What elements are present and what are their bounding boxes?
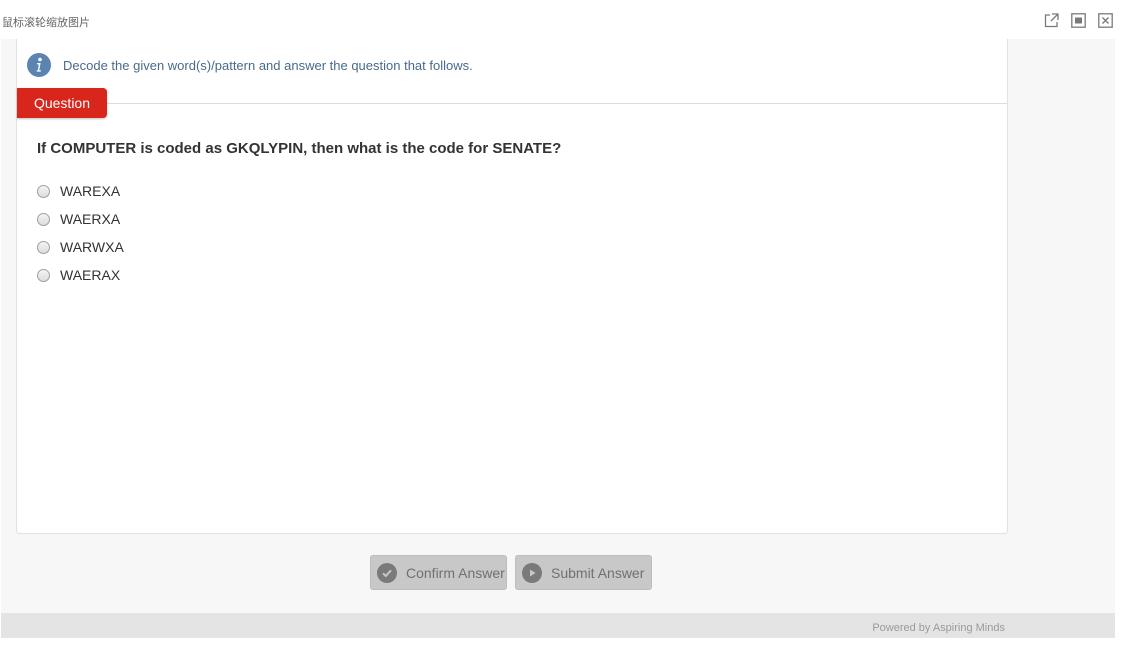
answer-option[interactable]: WAERXA xyxy=(37,205,124,233)
question-card: Decode the given word(s)/pattern and ans… xyxy=(16,39,1008,534)
answer-options: WAREXA WAERXA WARWXA WAERAX xyxy=(37,177,124,289)
option-label: WAREXA xyxy=(60,183,121,199)
instruction-text: Decode the given word(s)/pattern and ans… xyxy=(63,58,473,73)
tab-divider xyxy=(17,103,1007,104)
answer-option[interactable]: WAERAX xyxy=(37,261,124,289)
question-tab: Question xyxy=(17,88,107,118)
confirm-answer-label: Confirm Answer xyxy=(406,564,505,581)
footer: Powered by Aspiring Minds xyxy=(1,613,1115,638)
radio-button[interactable] xyxy=(37,240,50,254)
viewer-title: 鼠标滚轮缩放图片 xyxy=(2,16,90,29)
option-label: WAERAX xyxy=(60,267,121,283)
play-icon xyxy=(522,562,542,583)
image-viewer-bar: 鼠标滚轮缩放图片 xyxy=(0,0,1122,40)
assessment-app: Decode the given word(s)/pattern and ans… xyxy=(1,39,1115,638)
answer-option[interactable]: WAREXA xyxy=(37,177,124,205)
option-label: WARWXA xyxy=(60,239,124,255)
powered-by-text: Powered by Aspiring Minds xyxy=(872,622,1005,634)
radio-button[interactable] xyxy=(37,268,50,282)
radio-button[interactable] xyxy=(37,184,50,198)
maximize-icon[interactable] xyxy=(1071,13,1086,28)
confirm-answer-button[interactable]: Confirm Answer xyxy=(370,555,507,590)
question-text: If COMPUTER is coded as GKQLYPIN, then w… xyxy=(37,140,562,157)
option-label: WAERXA xyxy=(60,211,121,227)
checkmark-icon xyxy=(377,562,397,583)
open-external-icon[interactable] xyxy=(1044,13,1059,28)
radio-button[interactable] xyxy=(37,212,50,226)
close-icon[interactable] xyxy=(1098,13,1113,28)
submit-answer-label: Submit Answer xyxy=(551,564,645,581)
answer-option[interactable]: WARWXA xyxy=(37,233,124,261)
submit-answer-button[interactable]: Submit Answer xyxy=(515,555,652,590)
info-icon xyxy=(27,53,51,77)
